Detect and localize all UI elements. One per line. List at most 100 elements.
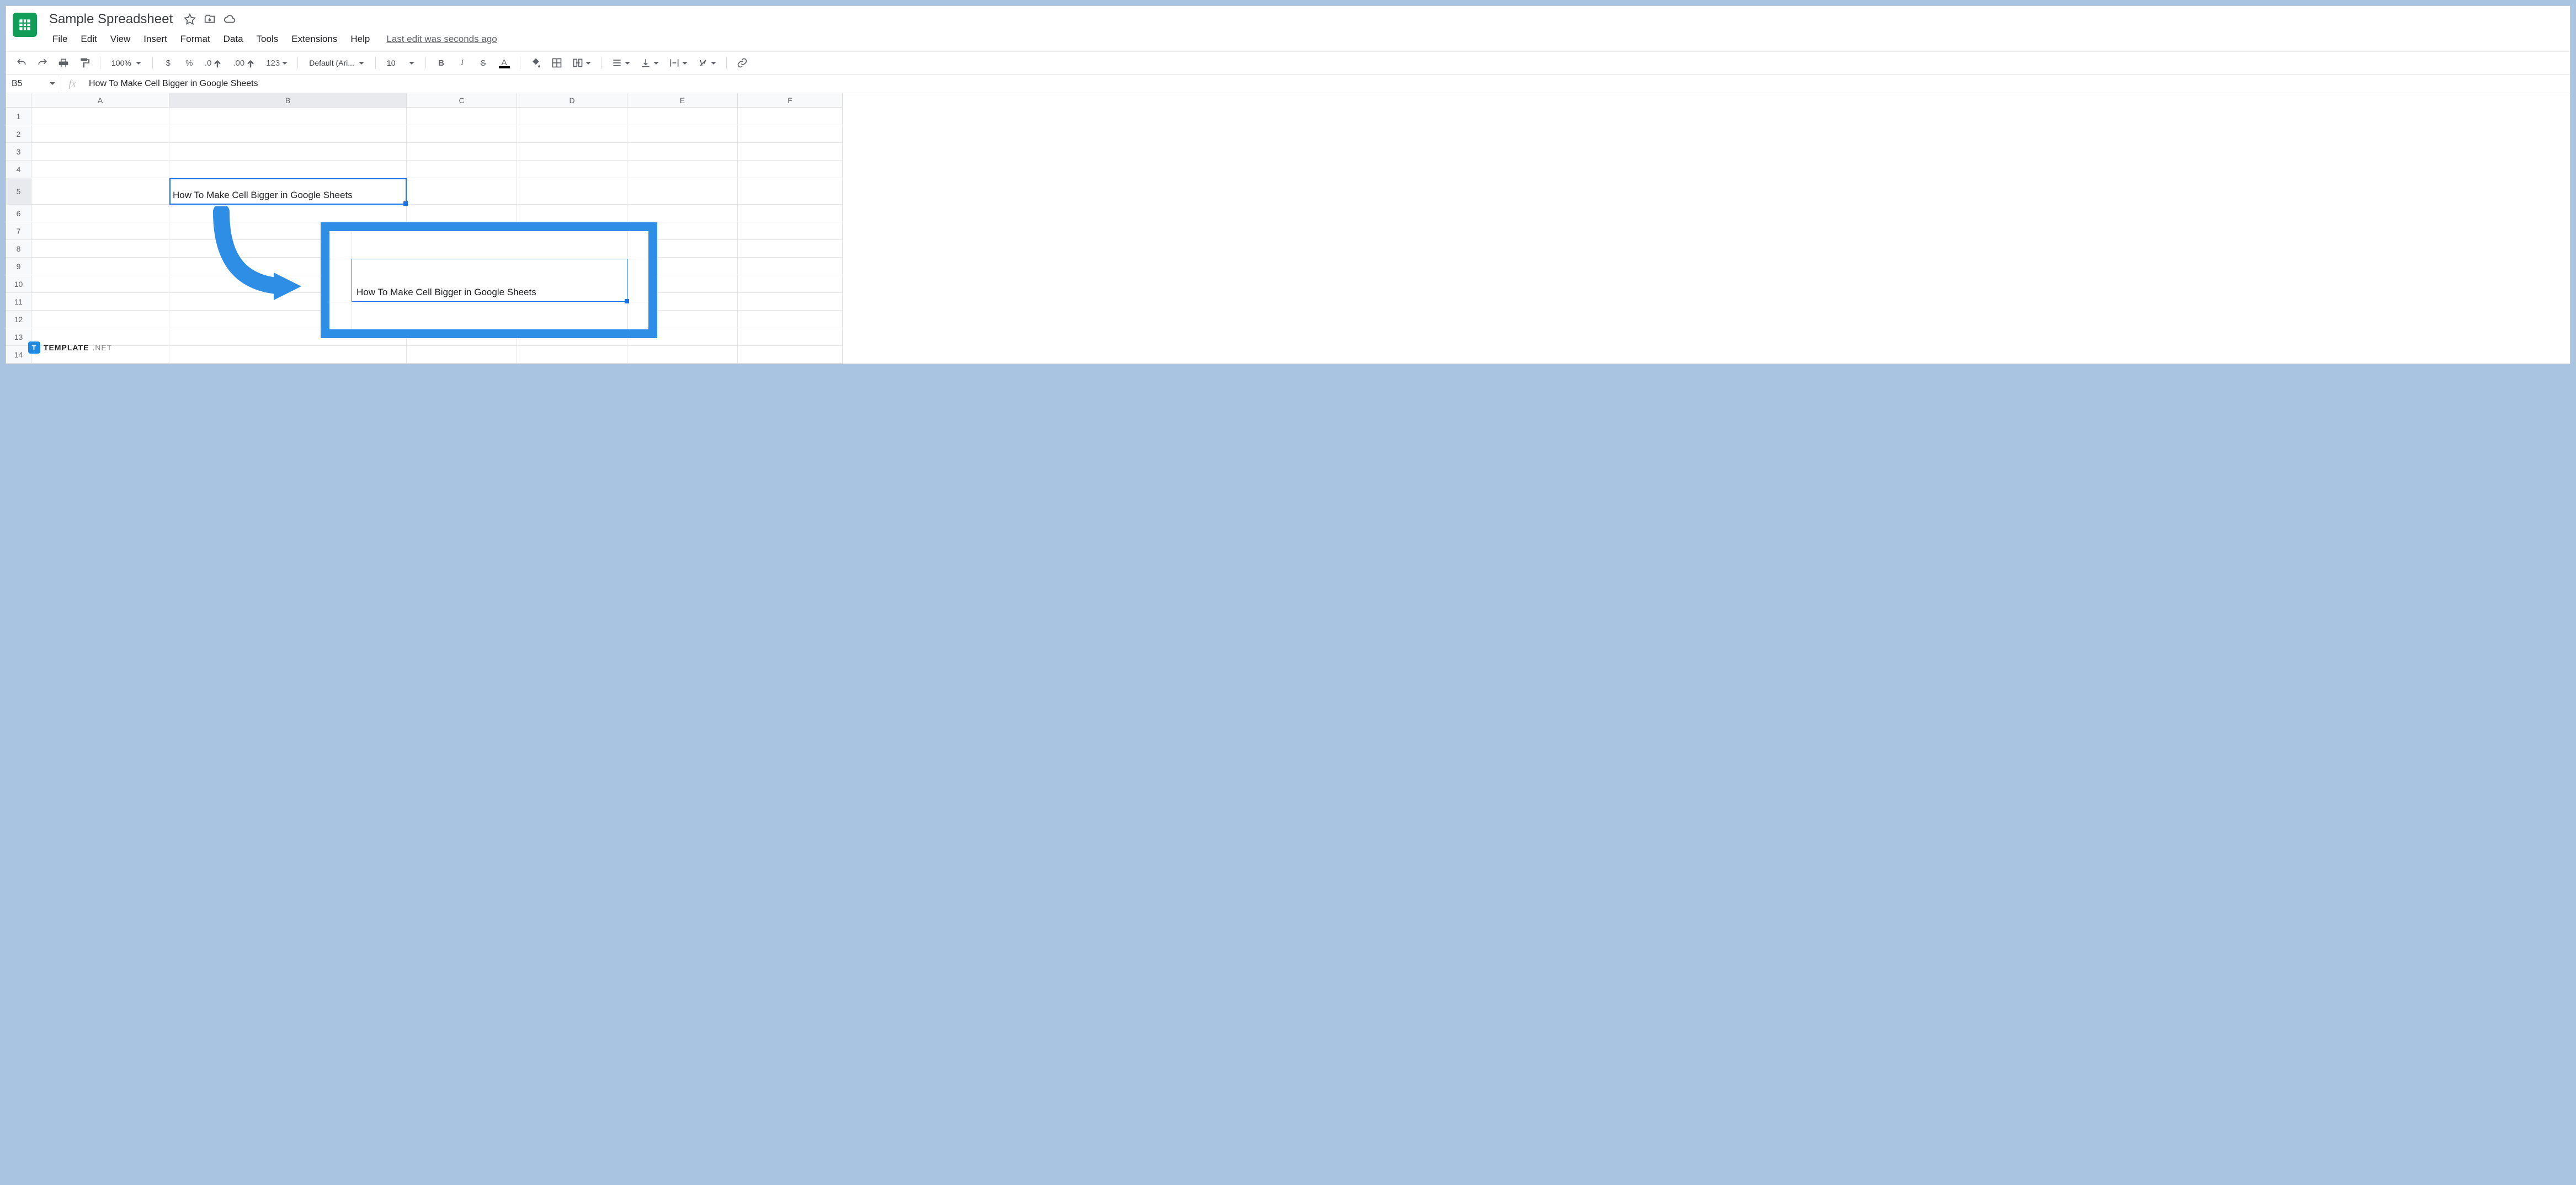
cell[interactable] — [31, 205, 169, 222]
percent-button[interactable]: % — [182, 55, 197, 71]
cell[interactable] — [517, 125, 627, 143]
font-dropdown[interactable]: Default (Ari... — [306, 57, 368, 68]
row-header-11[interactable]: 11 — [6, 293, 31, 311]
row-header-8[interactable]: 8 — [6, 240, 31, 258]
cell-b5[interactable]: How To Make Cell Bigger in Google Sheets — [169, 178, 407, 205]
menu-extensions[interactable]: Extensions — [285, 30, 344, 48]
increase-decimal-button[interactable]: .00 — [231, 55, 258, 71]
row-header-3[interactable]: 3 — [6, 143, 31, 161]
fill-color-button[interactable] — [528, 55, 544, 71]
cell[interactable] — [738, 240, 843, 258]
bold-button[interactable]: B — [434, 55, 449, 71]
row-header-10[interactable]: 10 — [6, 275, 31, 293]
column-header-d[interactable]: D — [517, 93, 627, 108]
italic-button[interactable]: I — [455, 55, 470, 71]
cell[interactable] — [407, 143, 517, 161]
cell[interactable] — [31, 258, 169, 275]
cell[interactable] — [738, 108, 843, 125]
cell[interactable] — [517, 178, 627, 205]
star-icon[interactable] — [184, 13, 196, 25]
last-edit-link[interactable]: Last edit was seconds ago — [386, 34, 497, 45]
insert-link-button[interactable] — [735, 55, 750, 71]
spreadsheet-grid[interactable]: A B C D E F 1 2 3 4 5How To Make Cell Bi… — [6, 93, 2570, 364]
cell[interactable] — [627, 205, 738, 222]
cell[interactable] — [407, 125, 517, 143]
cell[interactable] — [517, 205, 627, 222]
cell[interactable] — [627, 161, 738, 178]
cell[interactable] — [31, 275, 169, 293]
cell[interactable] — [31, 143, 169, 161]
cell[interactable] — [738, 275, 843, 293]
currency-button[interactable]: $ — [161, 55, 176, 71]
column-header-c[interactable]: C — [407, 93, 517, 108]
menu-data[interactable]: Data — [217, 30, 250, 48]
cell[interactable] — [627, 108, 738, 125]
select-all-corner[interactable] — [6, 93, 31, 108]
row-header-5[interactable]: 5 — [6, 178, 31, 205]
cell[interactable] — [31, 178, 169, 205]
merge-cells-button[interactable] — [570, 55, 593, 71]
paint-format-button[interactable] — [77, 55, 92, 71]
cell[interactable] — [517, 161, 627, 178]
row-header-12[interactable]: 12 — [6, 311, 31, 328]
row-header-6[interactable]: 6 — [6, 205, 31, 222]
row-header-2[interactable]: 2 — [6, 125, 31, 143]
font-size-dropdown[interactable]: 10 — [384, 57, 418, 68]
cell[interactable] — [407, 161, 517, 178]
cell[interactable] — [407, 178, 517, 205]
menu-tools[interactable]: Tools — [250, 30, 285, 48]
zoom-dropdown[interactable]: 100% — [108, 57, 145, 68]
cell[interactable] — [627, 346, 738, 364]
cell[interactable] — [738, 178, 843, 205]
row-header-1[interactable]: 1 — [6, 108, 31, 125]
cell[interactable] — [169, 161, 407, 178]
cell[interactable] — [517, 346, 627, 364]
borders-button[interactable] — [549, 55, 565, 71]
cell[interactable] — [407, 205, 517, 222]
cell[interactable] — [31, 125, 169, 143]
cell[interactable] — [31, 222, 169, 240]
undo-button[interactable] — [14, 55, 29, 71]
cell[interactable] — [31, 293, 169, 311]
cell[interactable] — [31, 161, 169, 178]
menu-help[interactable]: Help — [344, 30, 376, 48]
cell[interactable] — [517, 143, 627, 161]
cell[interactable] — [738, 143, 843, 161]
cell[interactable] — [738, 125, 843, 143]
row-header-9[interactable]: 9 — [6, 258, 31, 275]
name-box[interactable]: B5 — [6, 77, 61, 91]
column-header-a[interactable]: A — [31, 93, 169, 108]
row-header-7[interactable]: 7 — [6, 222, 31, 240]
print-button[interactable] — [56, 55, 71, 71]
redo-button[interactable] — [35, 55, 50, 71]
cell[interactable] — [627, 125, 738, 143]
cell[interactable] — [169, 346, 407, 364]
vertical-align-button[interactable] — [638, 55, 661, 71]
menu-edit[interactable]: Edit — [74, 30, 103, 48]
number-format-dropdown[interactable]: 123 — [264, 55, 290, 71]
cell[interactable] — [407, 108, 517, 125]
cell[interactable] — [627, 178, 738, 205]
cell[interactable] — [738, 311, 843, 328]
column-header-f[interactable]: F — [738, 93, 843, 108]
cloud-status-icon[interactable] — [223, 13, 236, 25]
cell[interactable] — [738, 161, 843, 178]
row-header-4[interactable]: 4 — [6, 161, 31, 178]
strikethrough-button[interactable]: S — [476, 55, 491, 71]
decrease-decimal-button[interactable]: .0 — [203, 55, 226, 71]
cell[interactable] — [738, 293, 843, 311]
cell[interactable] — [517, 108, 627, 125]
cell[interactable] — [31, 311, 169, 328]
cell[interactable] — [169, 108, 407, 125]
cell[interactable] — [31, 240, 169, 258]
menu-format[interactable]: Format — [174, 30, 217, 48]
cell[interactable] — [738, 222, 843, 240]
cell[interactable] — [169, 125, 407, 143]
text-color-button[interactable]: A — [497, 55, 512, 71]
cell[interactable] — [627, 143, 738, 161]
menu-insert[interactable]: Insert — [137, 30, 174, 48]
formula-input[interactable]: How To Make Cell Bigger in Google Sheets — [83, 77, 2570, 91]
column-header-b[interactable]: B — [169, 93, 407, 108]
cell[interactable] — [31, 108, 169, 125]
text-rotation-button[interactable] — [695, 55, 718, 71]
